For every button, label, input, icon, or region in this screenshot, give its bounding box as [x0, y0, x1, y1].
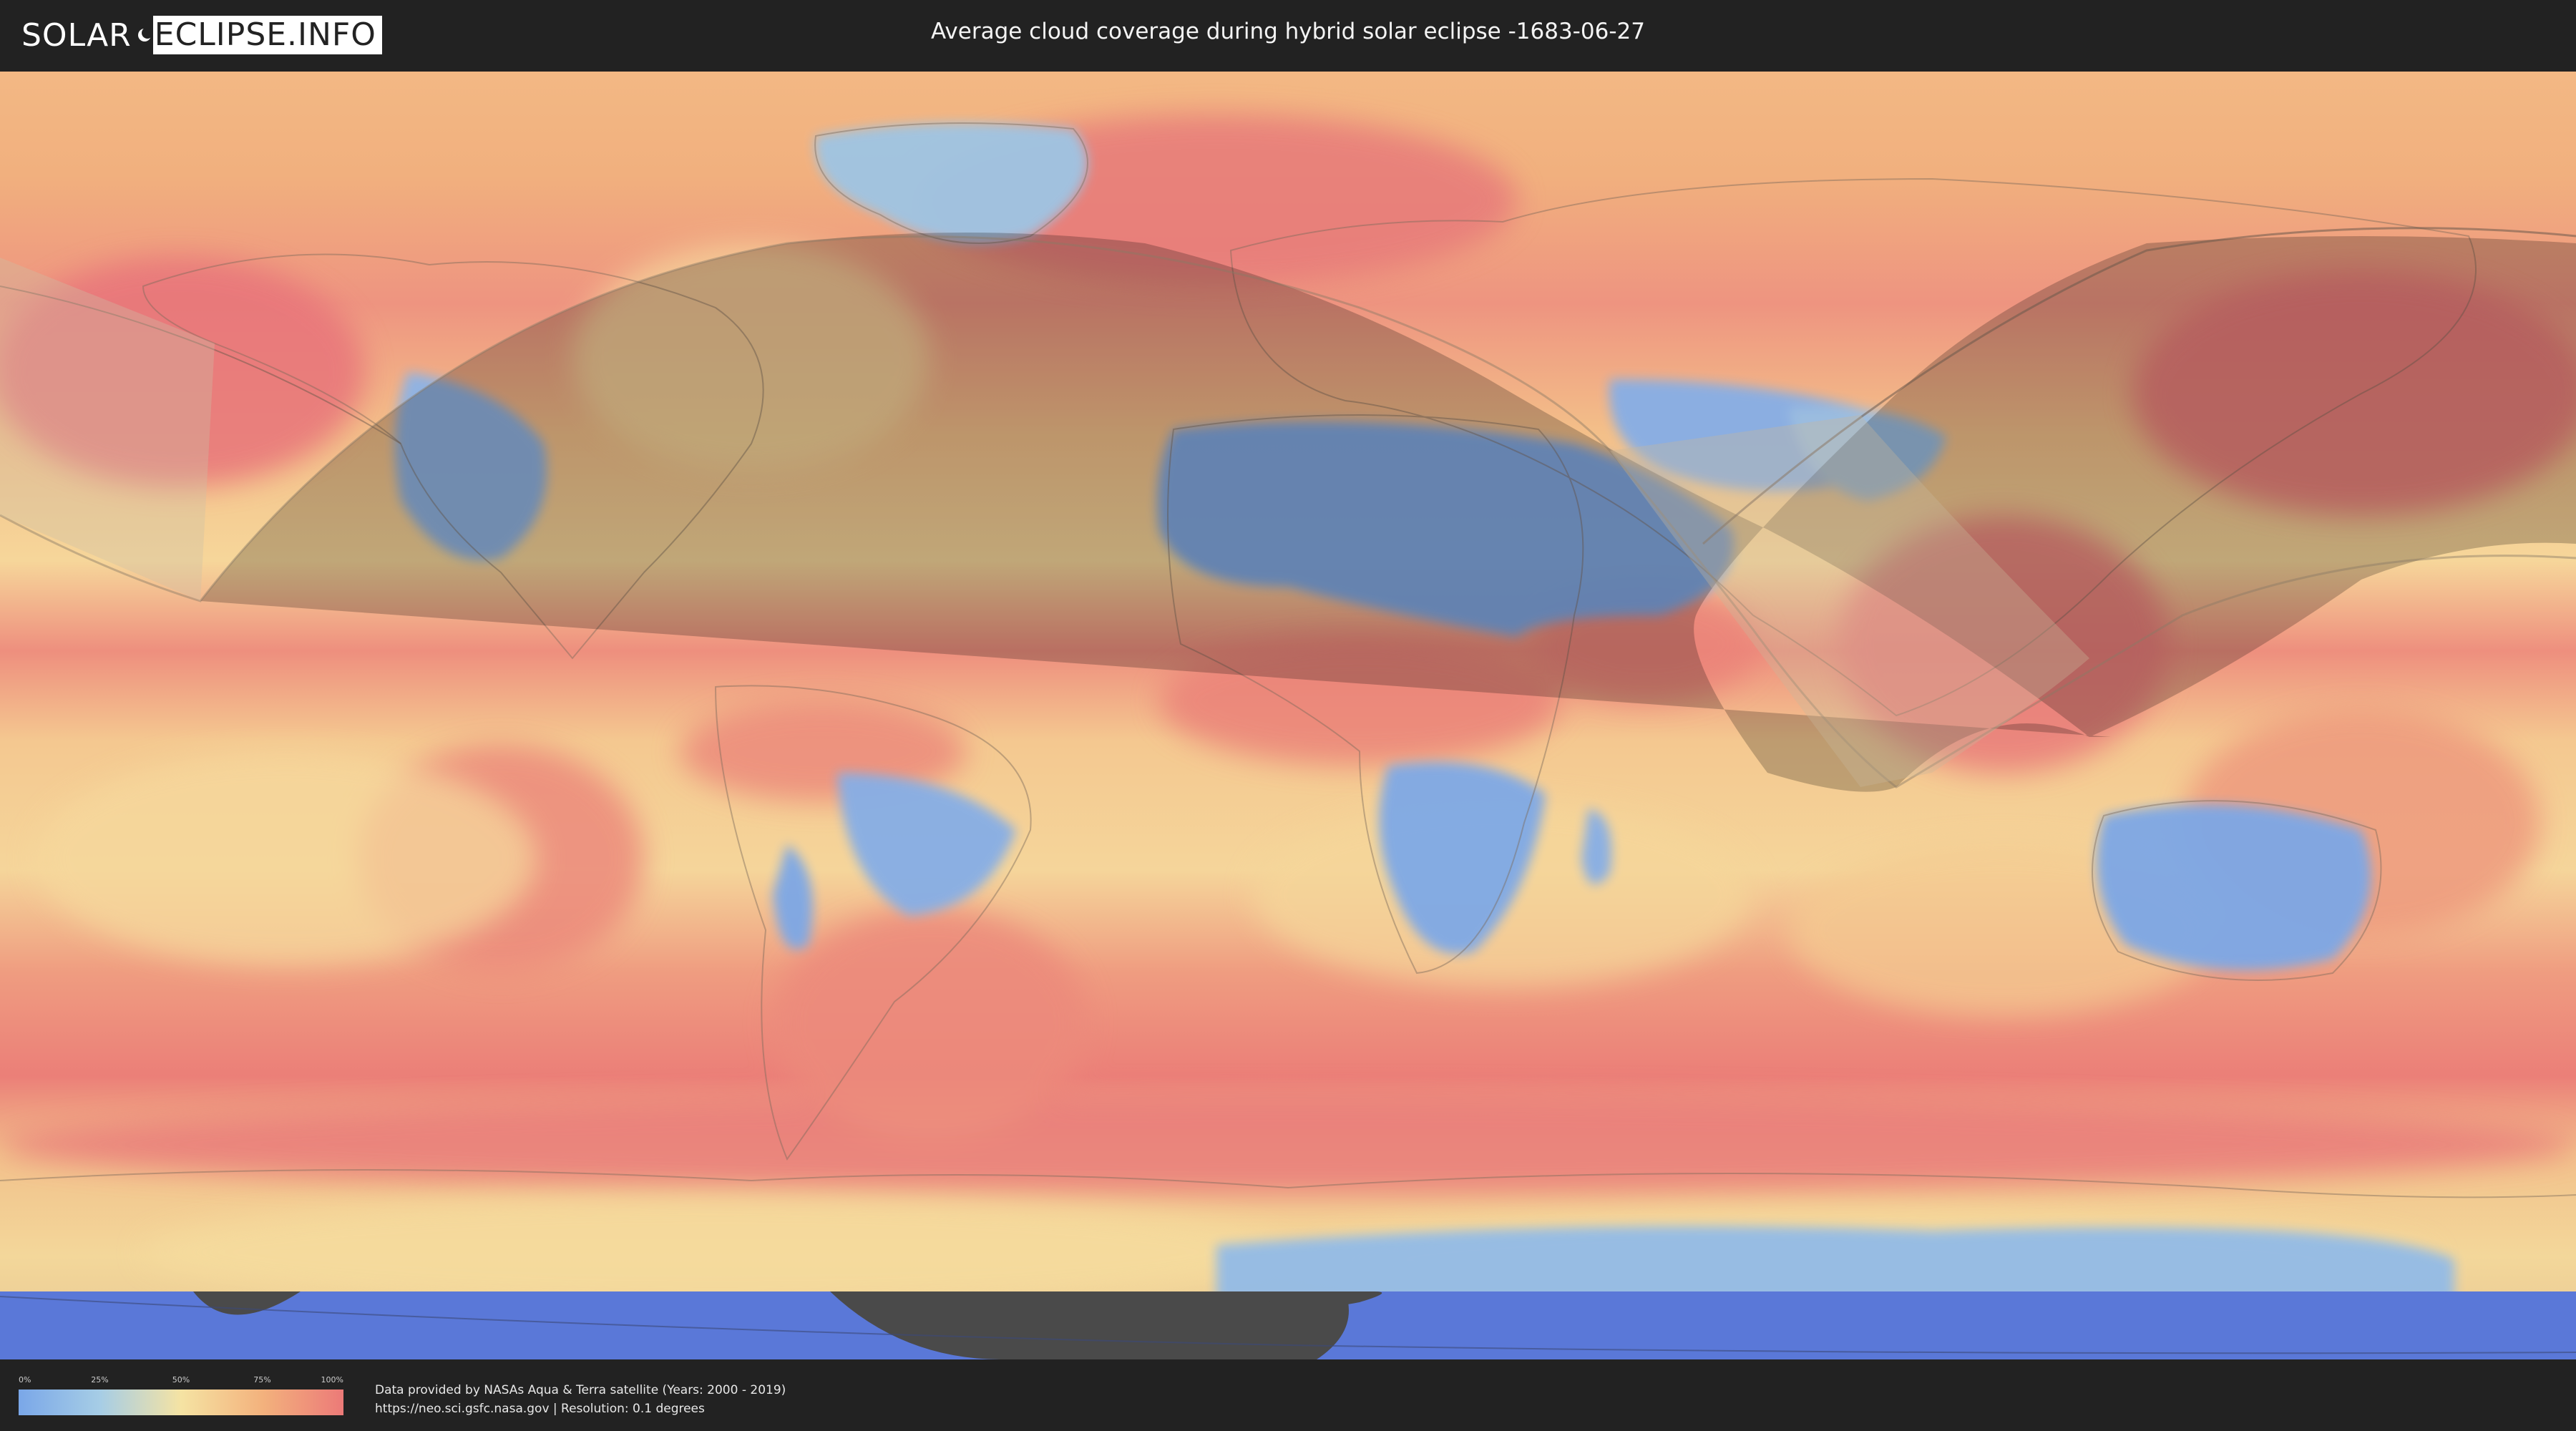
source-line-url[interactable]: https://neo.sci.gsfc.nasa.gov | Resoluti… [375, 1400, 786, 1418]
legend-color-bar [19, 1390, 343, 1415]
footer-bar: 0% 25% 50% 75% 100% Data provided by NAS… [0, 1359, 2576, 1431]
legend-tick-100: 100% [321, 1375, 343, 1384]
legend-tick-25: 25% [91, 1375, 109, 1384]
legend-tick-75: 75% [253, 1375, 271, 1384]
header-bar: SOLAR ECLIPSE.INFO Average cloud coverag… [0, 0, 2576, 72]
world-map-svg [0, 72, 2576, 1359]
page-title: Average cloud coverage during hybrid sol… [931, 19, 1645, 44]
source-line-nasa: Data provided by NASAs Aqua & Terra sate… [375, 1383, 786, 1397]
cloud-coverage-legend: 0% 25% 50% 75% 100% [19, 1375, 343, 1415]
legend-ticks: 0% 25% 50% 75% 100% [19, 1375, 343, 1387]
data-source-info: Data provided by NASAs Aqua & Terra sate… [375, 1381, 786, 1418]
legend-tick-50: 50% [172, 1375, 190, 1384]
legend-tick-0: 0% [19, 1375, 31, 1384]
cloud-coverage-map[interactable] [0, 72, 2576, 1359]
